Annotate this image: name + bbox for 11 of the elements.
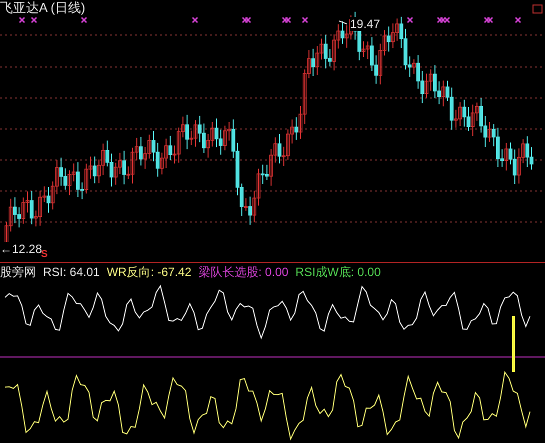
high-price-label: 19.47 bbox=[350, 17, 380, 31]
indicator-value: RSI成W底: 0.00 bbox=[295, 264, 381, 281]
indicator-value: RSI: 64.01 bbox=[43, 264, 100, 281]
window-toggle-icon[interactable] bbox=[532, 4, 542, 14]
leader-line bbox=[338, 20, 348, 24]
chart-title: 飞亚达A (日线) bbox=[0, 0, 86, 16]
indicator-name: 股旁网 bbox=[0, 264, 36, 281]
sell-signal-label: S bbox=[41, 249, 48, 261]
indicator-value: WR反向: -67.42 bbox=[106, 264, 192, 281]
indicator-value: 梁队长选股: 0.00 bbox=[198, 264, 288, 281]
low-price-label: ←12.28 bbox=[0, 242, 42, 256]
